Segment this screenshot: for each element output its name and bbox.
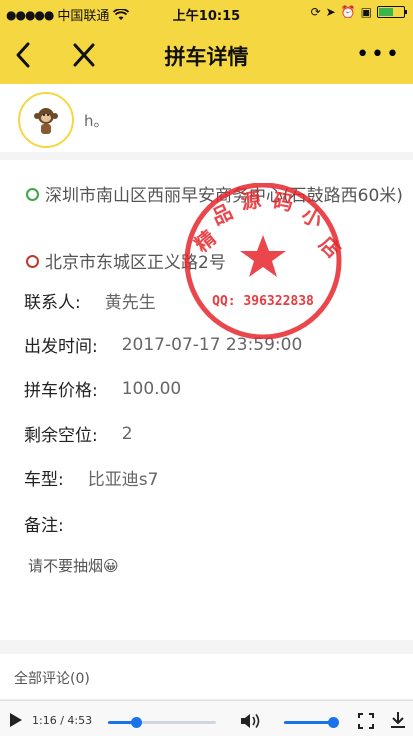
depart-row: 出发时间: 2017-07-17 23:59:00 bbox=[24, 332, 303, 358]
avatar[interactable] bbox=[18, 92, 74, 148]
page-title: 拼车详情 bbox=[164, 45, 249, 69]
battery-icon bbox=[377, 6, 407, 18]
seats-label: 剩余空位: bbox=[24, 426, 98, 446]
play-icon[interactable] bbox=[10, 713, 22, 727]
video-current-time: 1:16 bbox=[32, 714, 57, 727]
destination-dot-icon bbox=[26, 254, 39, 268]
car-row: 车型: 比亚迪s7 bbox=[24, 465, 158, 490]
nav-bar: 拼车详情 ••• bbox=[0, 26, 413, 84]
route-from: 深圳市南山区西丽早安商务中心(石鼓路西60米) bbox=[0, 183, 413, 209]
remark-label: 备注: bbox=[24, 516, 64, 536]
fullscreen-icon[interactable] bbox=[358, 713, 374, 729]
user-name: h。 bbox=[84, 112, 109, 130]
comments-label[interactable]: 全部评论(0) bbox=[14, 668, 90, 688]
video-controls: 1:16 / 4:53 bbox=[0, 700, 413, 736]
status-bar: ●●●●● 中国联通 上午10:15 ⟳ ➤ ⏰ ▣ bbox=[0, 0, 413, 26]
location-icon: ➤ bbox=[325, 5, 336, 19]
route-from-text: 深圳市南山区西丽早安商务中心(石鼓路西60米) bbox=[45, 186, 403, 206]
monkey-avatar-icon bbox=[34, 108, 58, 134]
route-to-text: 北京市东城区正义路2号 bbox=[45, 253, 226, 273]
price-value: 100.00 bbox=[121, 378, 182, 399]
car-value: 比亚迪s7 bbox=[87, 470, 159, 490]
alarm-icon: ⏰ bbox=[340, 5, 356, 19]
status-right: ⟳ ➤ ⏰ ▣ bbox=[310, 5, 407, 19]
volume-handle[interactable] bbox=[327, 717, 339, 728]
download-icon[interactable] bbox=[390, 711, 406, 729]
volume-slider[interactable] bbox=[284, 717, 339, 728]
remark-text: 请不要抽烟😀 bbox=[28, 557, 119, 575]
seek-slider[interactable] bbox=[108, 717, 216, 728]
more-menu-icon[interactable]: ••• bbox=[356, 44, 401, 66]
contact-value[interactable]: 黄先生 bbox=[105, 288, 156, 313]
seats-row: 剩余空位: 2 bbox=[24, 421, 133, 447]
volume-icon[interactable] bbox=[240, 713, 262, 729]
price-row: 拼车价格: 100.00 bbox=[24, 376, 182, 402]
orientation-lock-icon: ⟳ bbox=[310, 5, 321, 19]
route-to: 北京市东城区正义路2号 bbox=[0, 250, 413, 276]
video-total-time: 4:53 bbox=[67, 714, 93, 727]
price-label: 拼车价格: bbox=[24, 381, 98, 401]
depart-label: 出发时间: bbox=[24, 337, 98, 357]
contact-label: 联系人: bbox=[24, 293, 81, 313]
volume-level bbox=[284, 721, 333, 724]
depart-value: 2017-07-17 23:59:00 bbox=[121, 334, 303, 355]
video-time: 1:16 / 4:53 bbox=[32, 714, 93, 727]
picture-icon: ▣ bbox=[360, 5, 372, 19]
seek-handle[interactable] bbox=[131, 717, 143, 728]
contact-row: 联系人: 黄先生 bbox=[24, 288, 156, 313]
seats-value: 2 bbox=[121, 423, 133, 444]
comments-header: 全部评论(0) bbox=[0, 654, 413, 700]
user-row: h。 bbox=[0, 84, 413, 160]
ride-detail-card: h。 深圳市南山区西丽早安商务中心(石鼓路西60米) 北京市东城区正义路2号 联… bbox=[0, 84, 413, 640]
car-label: 车型: bbox=[24, 470, 64, 490]
origin-dot-icon bbox=[26, 187, 39, 201]
